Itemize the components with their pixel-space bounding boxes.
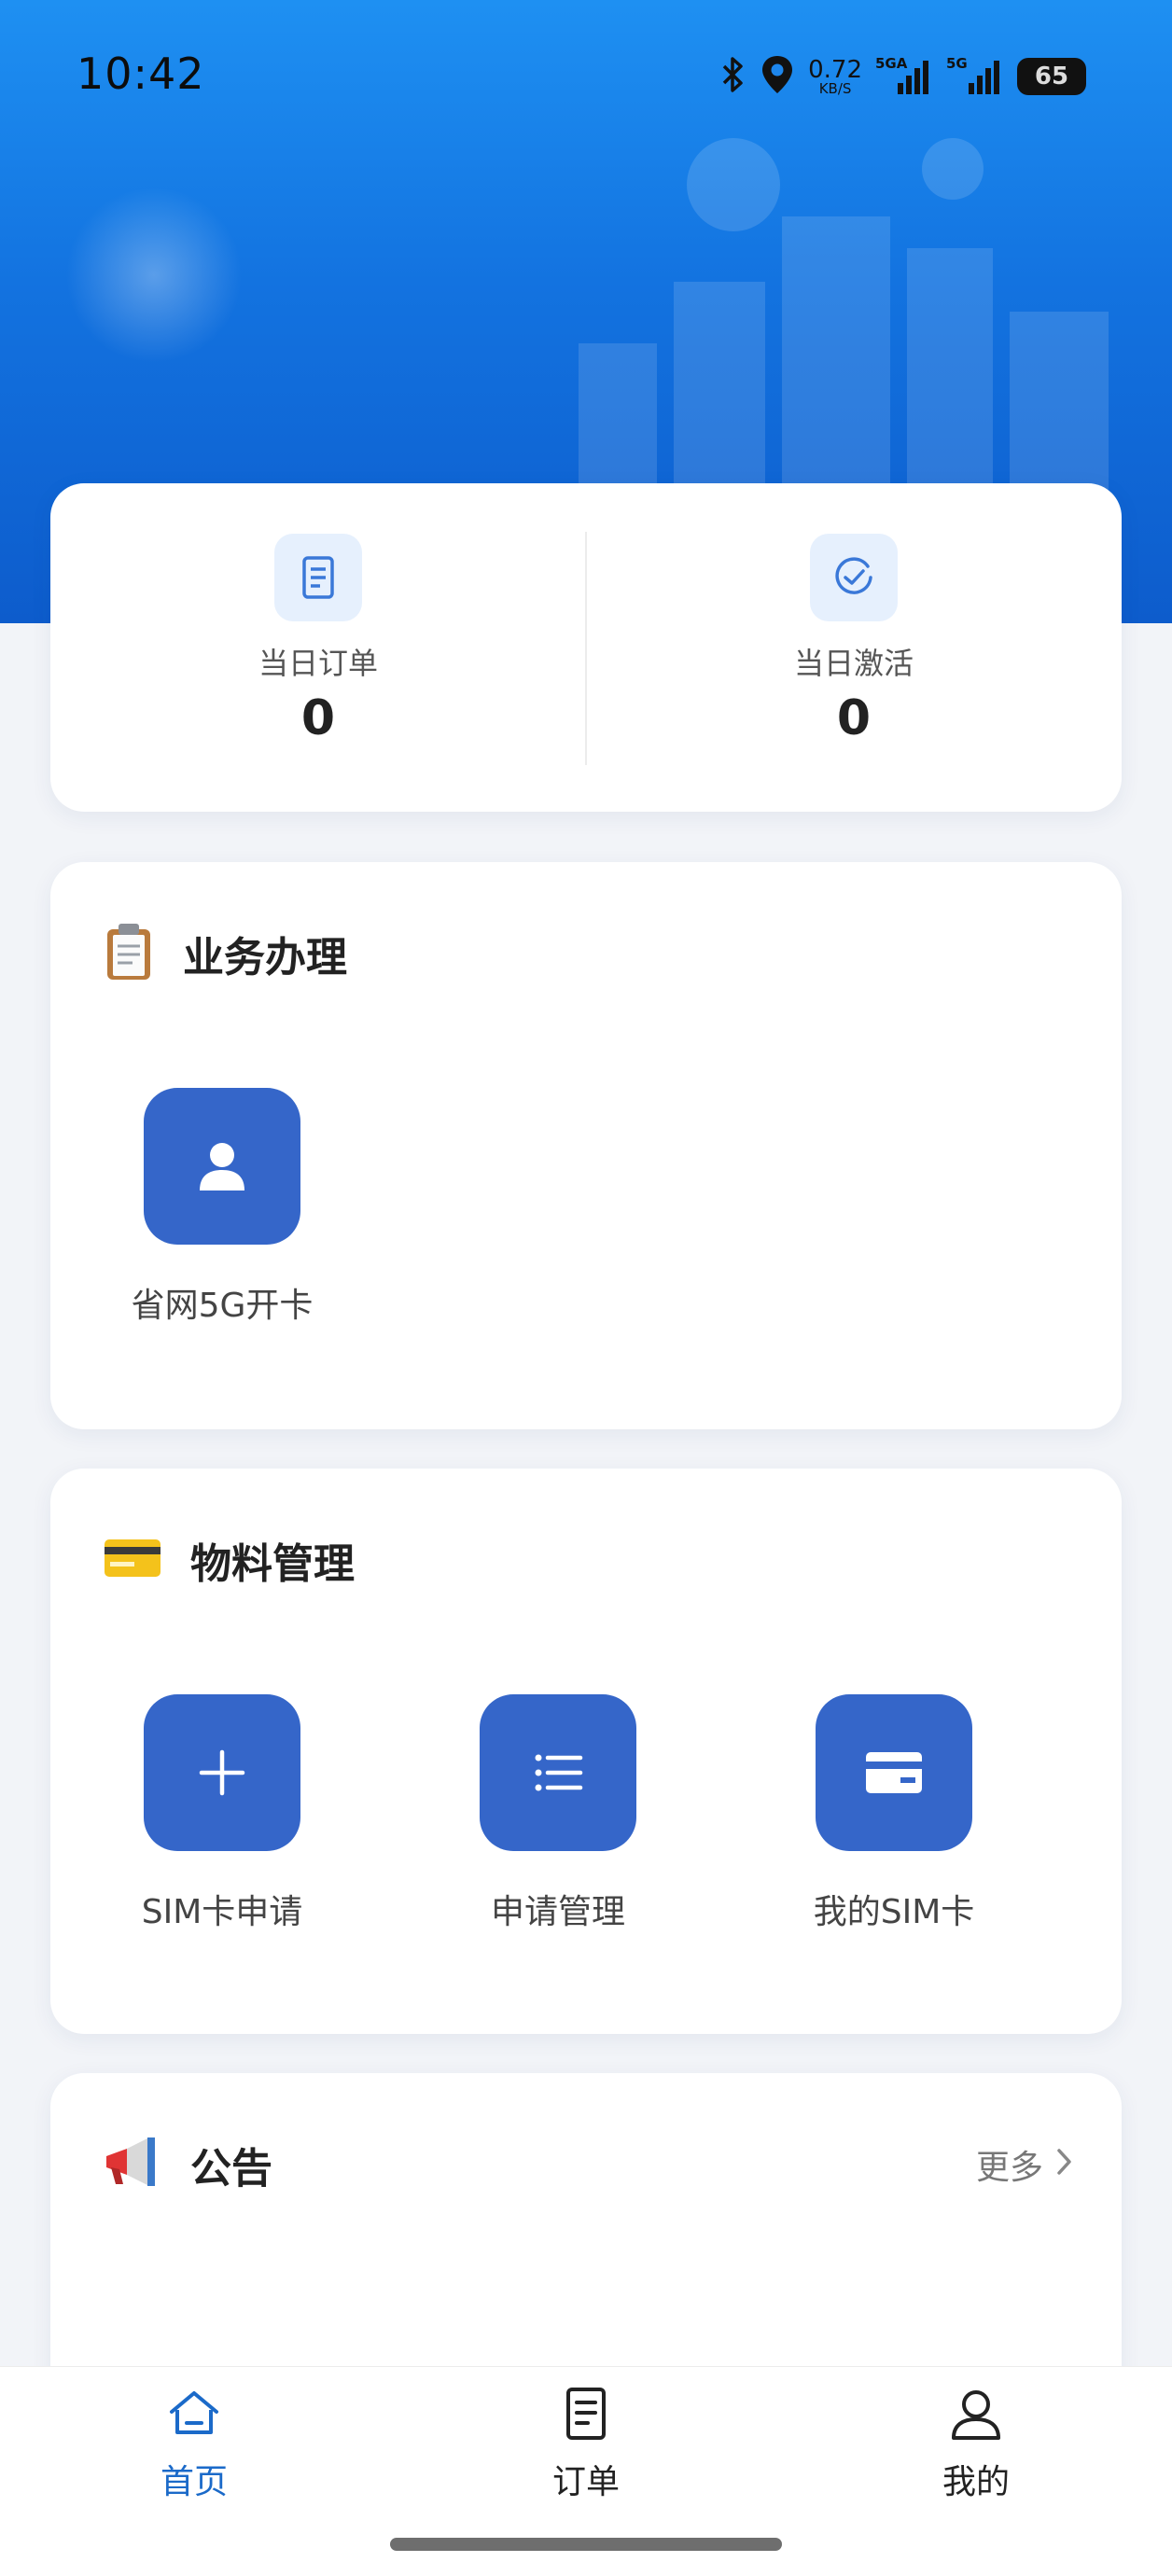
stat-label: 当日激活 [793, 646, 914, 681]
tile-label: 我的SIM卡 [813, 1893, 975, 1931]
tile-label: 省网5G开卡 [131, 1287, 314, 1325]
stat-daily-orders[interactable]: 当日订单 0 [50, 483, 586, 812]
stat-value: 0 [836, 690, 872, 746]
more-announcements-link[interactable]: 更多 [976, 2131, 1073, 2198]
status-icons: 0.72 KB/S 5GA 5G 65 [720, 50, 1086, 103]
section-title: 公告 [190, 2145, 272, 2193]
tab-label: 首页 [160, 2463, 228, 2501]
tab-mine[interactable]: 我的 [883, 2386, 1069, 2516]
tile-label: SIM卡申请 [141, 1893, 303, 1931]
section-title: 物料管理 [190, 1540, 355, 1588]
chevron-right-icon [1056, 2146, 1073, 2184]
profile-icon [948, 2386, 1004, 2442]
stat-value: 0 [300, 690, 336, 746]
bluetooth-icon [720, 55, 746, 98]
network-speed-value: 0.72 [808, 55, 862, 84]
tab-label: 我的 [942, 2463, 1010, 2501]
status-bar: 10:42 0.72 KB/S 5GA 5G 65 [0, 0, 1172, 153]
section-header: 物料管理 [103, 1523, 355, 1597]
list-icon [480, 1694, 636, 1851]
home-indicator[interactable] [390, 2538, 782, 2551]
clipboard-icon [103, 922, 155, 985]
signal-5ga-icon: 5GA [875, 55, 933, 98]
battery-indicator: 65 [1017, 58, 1086, 95]
section-header: 公告 [103, 2127, 272, 2202]
network-speed-unit: KB/S [818, 79, 852, 97]
document-icon [558, 2386, 614, 2442]
business-section: 业务办理 省网5G开卡 [50, 862, 1122, 1429]
check-circle-icon [810, 534, 898, 621]
document-icon [274, 534, 362, 621]
more-label: 更多 [975, 2149, 1043, 2187]
card-icon [816, 1694, 972, 1851]
status-time: 10:42 [77, 49, 205, 99]
tile-label: 申请管理 [490, 1893, 625, 1931]
user-icon [144, 1088, 300, 1245]
credit-card-icon [103, 1536, 162, 1584]
materials-section: 物料管理 SIM卡申请 申请管理 我的SIM卡 [50, 1469, 1122, 2034]
home-icon [166, 2386, 222, 2442]
header-glow [65, 187, 243, 364]
section-title: 业务办理 [183, 934, 347, 982]
location-pin-icon [760, 54, 795, 99]
section-header: 业务办理 [103, 916, 347, 991]
megaphone-icon [103, 2136, 162, 2193]
stat-daily-activations[interactable]: 当日激活 0 [586, 483, 1122, 812]
daily-stats-card: 当日订单 0 当日激活 0 [50, 483, 1122, 812]
tab-home[interactable]: 首页 [101, 2386, 287, 2516]
tab-orders[interactable]: 订单 [493, 2386, 679, 2516]
stat-label: 当日订单 [258, 646, 378, 681]
network-speed: 0.72 KB/S [808, 58, 862, 96]
plus-icon [144, 1694, 300, 1851]
tab-label: 订单 [551, 2463, 620, 2501]
signal-5g-icon: 5G [946, 55, 1004, 98]
